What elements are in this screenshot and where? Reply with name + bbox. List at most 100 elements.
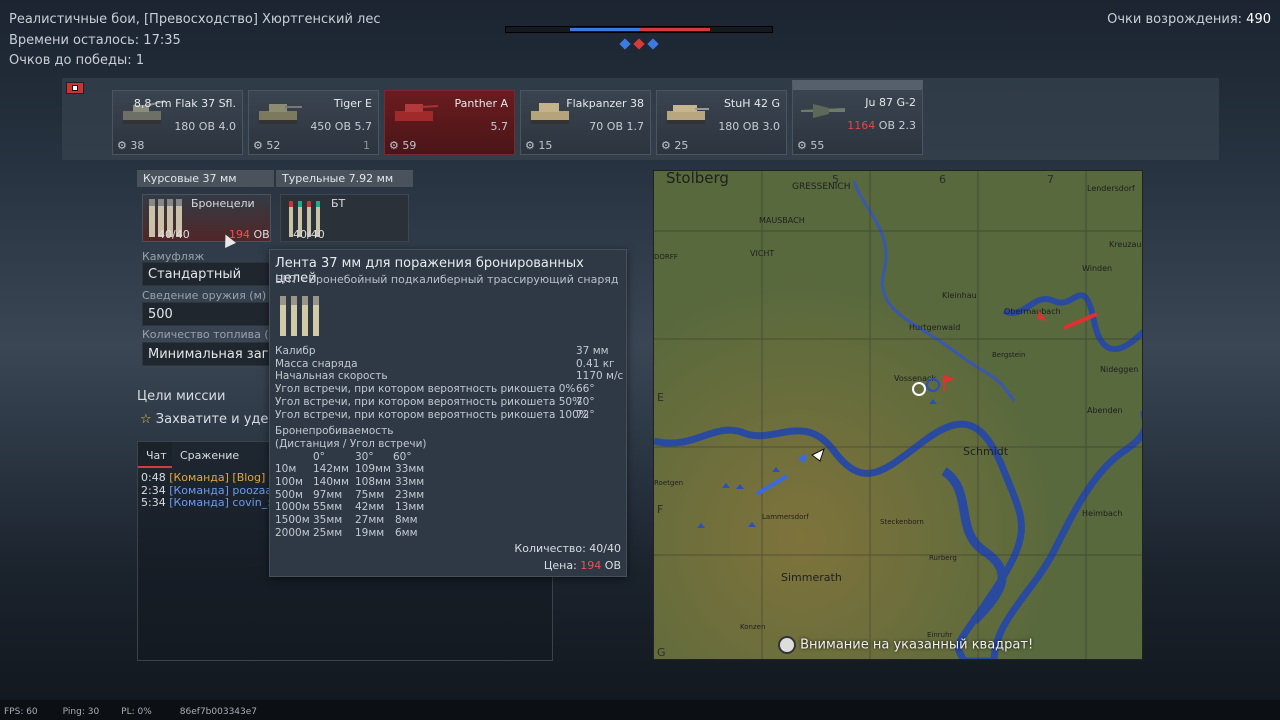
vehicle-name: StuH 42 G <box>723 97 780 110</box>
map-place-label: Konzen <box>740 623 765 631</box>
stat-row: Угол встречи, при котором вероятность ри… <box>275 396 625 409</box>
vehicle-card-flakpanzer-38[interactable]: Flakpanzer 38 70 ОВ 1.7 ⚙ 15 <box>520 90 651 155</box>
vehicle-count-value: 38 <box>130 139 145 152</box>
vehicle-br: 1164 ОВ 2.3 <box>847 119 916 132</box>
map-place-label: Kreuzau <box>1109 240 1142 249</box>
stat-label: Масса снаряда <box>275 357 358 370</box>
map-place-label: Lammersdorf <box>762 513 809 521</box>
ping-text: Ping: 30 <box>62 707 100 717</box>
country-flag-icon <box>66 82 84 94</box>
vehicle-count-value: 59 <box>402 139 417 152</box>
pen-row: 100м 140мм 108мм 33мм <box>275 476 425 489</box>
fps-text: FPS: 60 <box>4 707 38 717</box>
map-place-label: Hurtgenwald <box>909 323 960 332</box>
stat-value: 37 мм <box>576 345 609 357</box>
chat-text: [Команда] [Blog] <box>169 471 266 484</box>
vehicle-count: ⚙ 25 <box>661 139 689 152</box>
vehicle-br: 180 ОВ 3.0 <box>718 120 780 133</box>
mission-objective-text: Захватите и удер <box>155 412 277 427</box>
tactical-map[interactable]: 567 EFG Stolberg GRESSENICH Lendersdorf MAU… <box>653 170 1143 660</box>
map-grid-col: 6 <box>939 173 946 186</box>
vehicle-card-tiger-e[interactable]: Tiger E 450 ОВ 5.7 ⚙ 52 1 <box>248 90 379 155</box>
map-place-label: Schmidt <box>963 445 1009 458</box>
fuel-select[interactable]: Минимальная загр <box>142 342 272 366</box>
vehicle-br-text: ОВ 2.3 <box>878 119 916 132</box>
star-icon: ☆ <box>140 412 152 427</box>
vehicle-icon <box>259 104 302 124</box>
tooltip-quantity: Количество: 40/40 <box>514 542 621 555</box>
map-place-label: Winden <box>1082 264 1112 273</box>
vehicle-count-value: 52 <box>266 139 281 152</box>
time-label: Времени осталось: <box>9 33 140 48</box>
stat-row: Масса снаряда 0.41 кг <box>275 358 625 371</box>
time-remaining: Времени осталось: 17:35 <box>9 31 181 51</box>
ammo-name: БТ <box>331 197 346 210</box>
respawn-value: 490 <box>1246 12 1271 27</box>
qty-value: 40/40 <box>589 542 621 555</box>
vehicle-card-flak37[interactable]: 8,8 cm Flak 37 Sfl. 180 ОВ 4.0 ⚙ 38 <box>112 90 243 155</box>
vehicle-name: 8,8 cm Flak 37 Sfl. <box>133 97 236 110</box>
vehicle-count-value: 25 <box>674 139 689 152</box>
pen-header: 0° 30° 60° <box>313 450 412 463</box>
map-place-label: Simmerath <box>781 571 842 584</box>
tab-forward-guns[interactable]: Курсовые 37 мм <box>137 170 274 187</box>
stat-row: Угол встречи, при котором вероятность ри… <box>275 383 625 396</box>
tab-chat[interactable]: Чат <box>138 442 172 468</box>
vehicle-card-panther-a[interactable]: Panther A 5.7 ⚙ 59 <box>384 90 515 155</box>
map-canvas[interactable]: 567 EFG Stolberg GRESSENICH LendersdorfMAU… <box>654 171 1143 660</box>
vehicle-count: ⚙ 52 <box>253 139 281 152</box>
mission-title: Цели миссии <box>137 389 226 404</box>
price-value: 194 <box>580 559 602 572</box>
chat-time: 5:34 <box>141 496 166 509</box>
tab-turret-guns[interactable]: Турельные 7.92 мм <box>276 170 413 187</box>
stats-table: Калибр 37 мм Масса снаряда 0.41 кг Начальн… <box>275 345 625 540</box>
map-notice-text: Внимание на указанный квадрат! <box>800 637 1034 653</box>
ammo-cost: 194 ОВ <box>229 228 270 241</box>
stat-value: 1170 м/с <box>576 370 624 383</box>
vehicle-icon <box>667 105 709 124</box>
vehicle-card-stuh-42[interactable]: StuH 42 G 180 ОВ 3.0 ⚙ 25 <box>656 90 787 155</box>
vehicle-br: 5.7 <box>490 120 509 133</box>
vehicle-br: 450 ОВ 5.7 <box>310 120 372 133</box>
map-grid-row: E <box>657 391 664 404</box>
vehicle-count: ⚙ 59 <box>389 139 417 152</box>
fuel-label: Количество топлива (ми <box>142 328 269 341</box>
stat-value: 70° <box>576 395 595 408</box>
points-to-win: Очков до победы: 1 <box>9 51 144 71</box>
ping-icon <box>778 636 796 654</box>
vehicle-br: 70 ОВ 1.7 <box>589 120 644 133</box>
vehicle-icon <box>395 104 439 121</box>
vehicle-card-ju87[interactable]: Ju 87 G-2 1164 ОВ 2.3 ⚙ 55 <box>792 80 923 155</box>
vehicle-count-value: 15 <box>538 139 553 152</box>
map-place-label: Stolberg <box>666 171 729 187</box>
map-place-label: GRESSENICH <box>792 182 850 192</box>
vehicle-count: ⚙ 38 <box>117 139 145 152</box>
pen-row: 10м 142мм 109мм 33мм <box>275 463 425 476</box>
map-place-label: Steckenborn <box>880 518 924 526</box>
map-place-label: Vossenack <box>894 374 936 383</box>
chat-text: [Команда] poozaa2( <box>169 483 284 497</box>
vehicle-name: Panther A <box>454 97 508 110</box>
ammo-slot-armor[interactable]: Бронецели 40/40 194 ОВ <box>142 194 271 242</box>
map-place-label: Nideggen <box>1100 365 1138 374</box>
respawn-points: Очки возрождения: 490 <box>1107 10 1271 30</box>
time-value: 17:35 <box>143 33 181 48</box>
pl-text: PL: 0% <box>121 707 152 717</box>
map-place-label: Obermaubach <box>1004 307 1061 316</box>
tooltip-subtitle: БПТ - Бронебойный подкалиберный трассиру… <box>275 273 619 286</box>
stat-value: 0.41 кг <box>576 357 615 370</box>
tooltip-price: Цена: 194 ОВ <box>544 559 621 572</box>
chat-time: 2:34 <box>141 483 166 497</box>
stat-value: 66° <box>576 383 595 396</box>
convergence-label: Сведение оружия (м) <box>142 289 267 302</box>
vehicle-name: Ju 87 G-2 <box>865 96 916 109</box>
ammo-slot-tracer[interactable]: БТ 40/40 <box>280 194 409 242</box>
camo-select[interactable]: Стандартный <box>142 262 272 286</box>
ammo-count: 40/40 <box>293 228 325 241</box>
pen-title: Бронепробиваемость <box>275 425 394 438</box>
convergence-input[interactable]: 500 <box>142 302 272 326</box>
map-place-label: MAUSBACH <box>759 216 805 225</box>
chat-line: 5:34 [Команда] covin_: В <box>141 496 283 510</box>
ammo-name: Бронецели <box>191 197 255 210</box>
tab-battle[interactable]: Сражение <box>174 442 245 468</box>
